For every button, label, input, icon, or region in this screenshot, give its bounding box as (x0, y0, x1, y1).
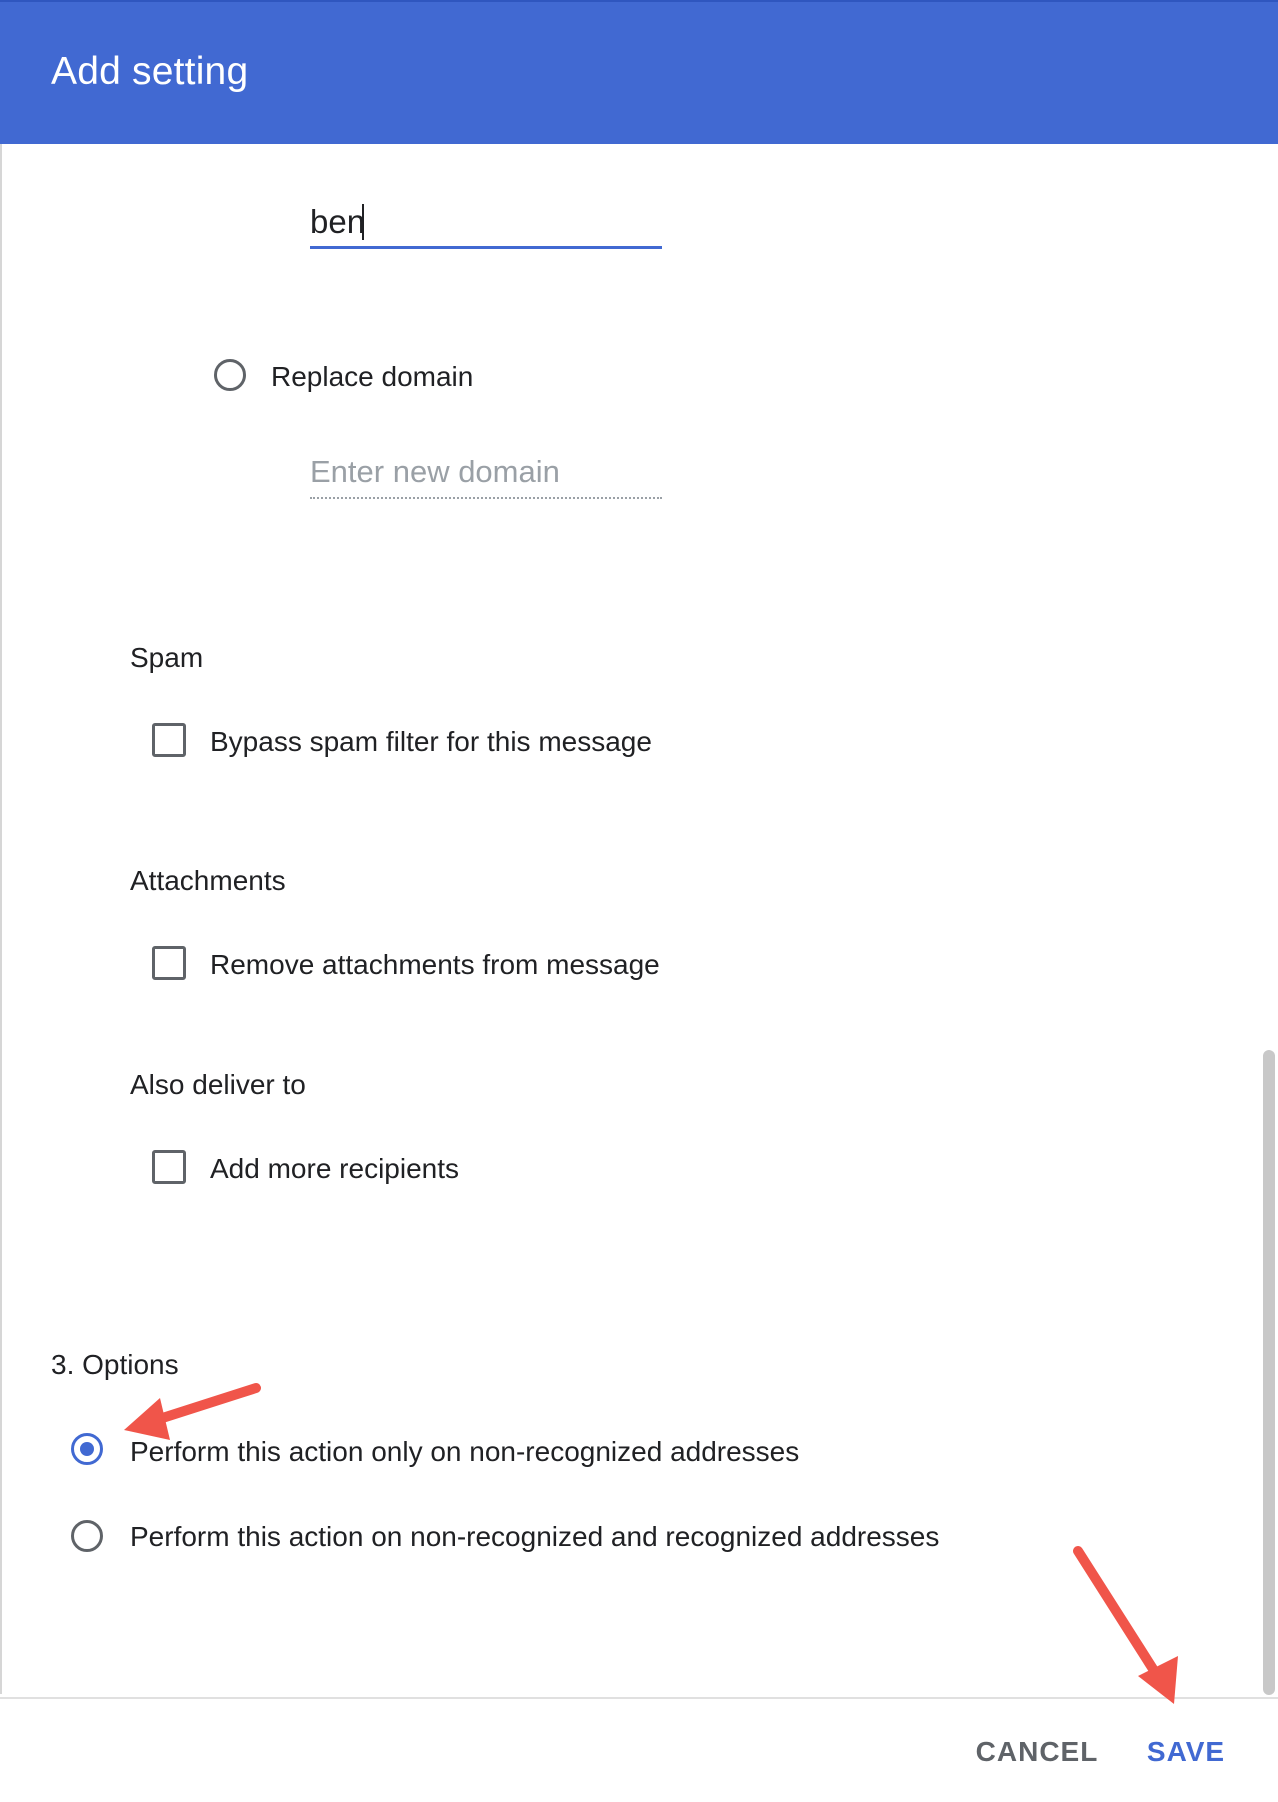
bypass-spam-label: Bypass spam filter for this message (210, 726, 652, 757)
arrow-to-option-icon (124, 1383, 261, 1440)
new-domain-underline (310, 497, 662, 499)
footer-divider (0, 1697, 1278, 1699)
add-recipients-label: Add more recipients (210, 1153, 460, 1184)
attachments-section-title: Attachments (130, 865, 286, 896)
replace-domain-label: Replace domain (271, 361, 474, 392)
add-recipients-checkbox[interactable] (152, 1150, 186, 1184)
text-cursor (362, 204, 364, 240)
option-all-addresses-radio[interactable] (71, 1520, 103, 1552)
remove-attachments-checkbox[interactable] (152, 946, 186, 980)
replace-domain-radio[interactable] (214, 359, 246, 391)
spam-section-title: Spam (130, 642, 204, 673)
option-non-recognized-radio[interactable] (71, 1433, 103, 1465)
address-input-underline (310, 246, 662, 249)
options-section-title: 3. Options (51, 1349, 179, 1380)
save-button[interactable]: SAVE (1140, 1732, 1232, 1772)
bypass-spam-checkbox[interactable] (152, 723, 186, 757)
arrow-to-save-icon (1073, 1546, 1178, 1704)
cancel-button[interactable]: CANCEL (970, 1732, 1104, 1772)
add-setting-dialog: Add setting Replace domain Spam Bypass s… (0, 0, 1278, 1802)
dialog-title: Add setting (51, 50, 249, 93)
new-domain-input[interactable] (310, 448, 662, 496)
option-non-recognized-label: Perform this action only on non-recogniz… (130, 1436, 800, 1467)
dialog-header: Add setting (0, 0, 1278, 144)
scrollbar-thumb[interactable] (1263, 1050, 1275, 1695)
dialog-left-border (0, 144, 2, 1694)
remove-attachments-label: Remove attachments from message (210, 949, 660, 980)
option-all-addresses-label: Perform this action on non-recognized an… (130, 1521, 940, 1552)
also-deliver-section-title: Also deliver to (130, 1069, 306, 1100)
